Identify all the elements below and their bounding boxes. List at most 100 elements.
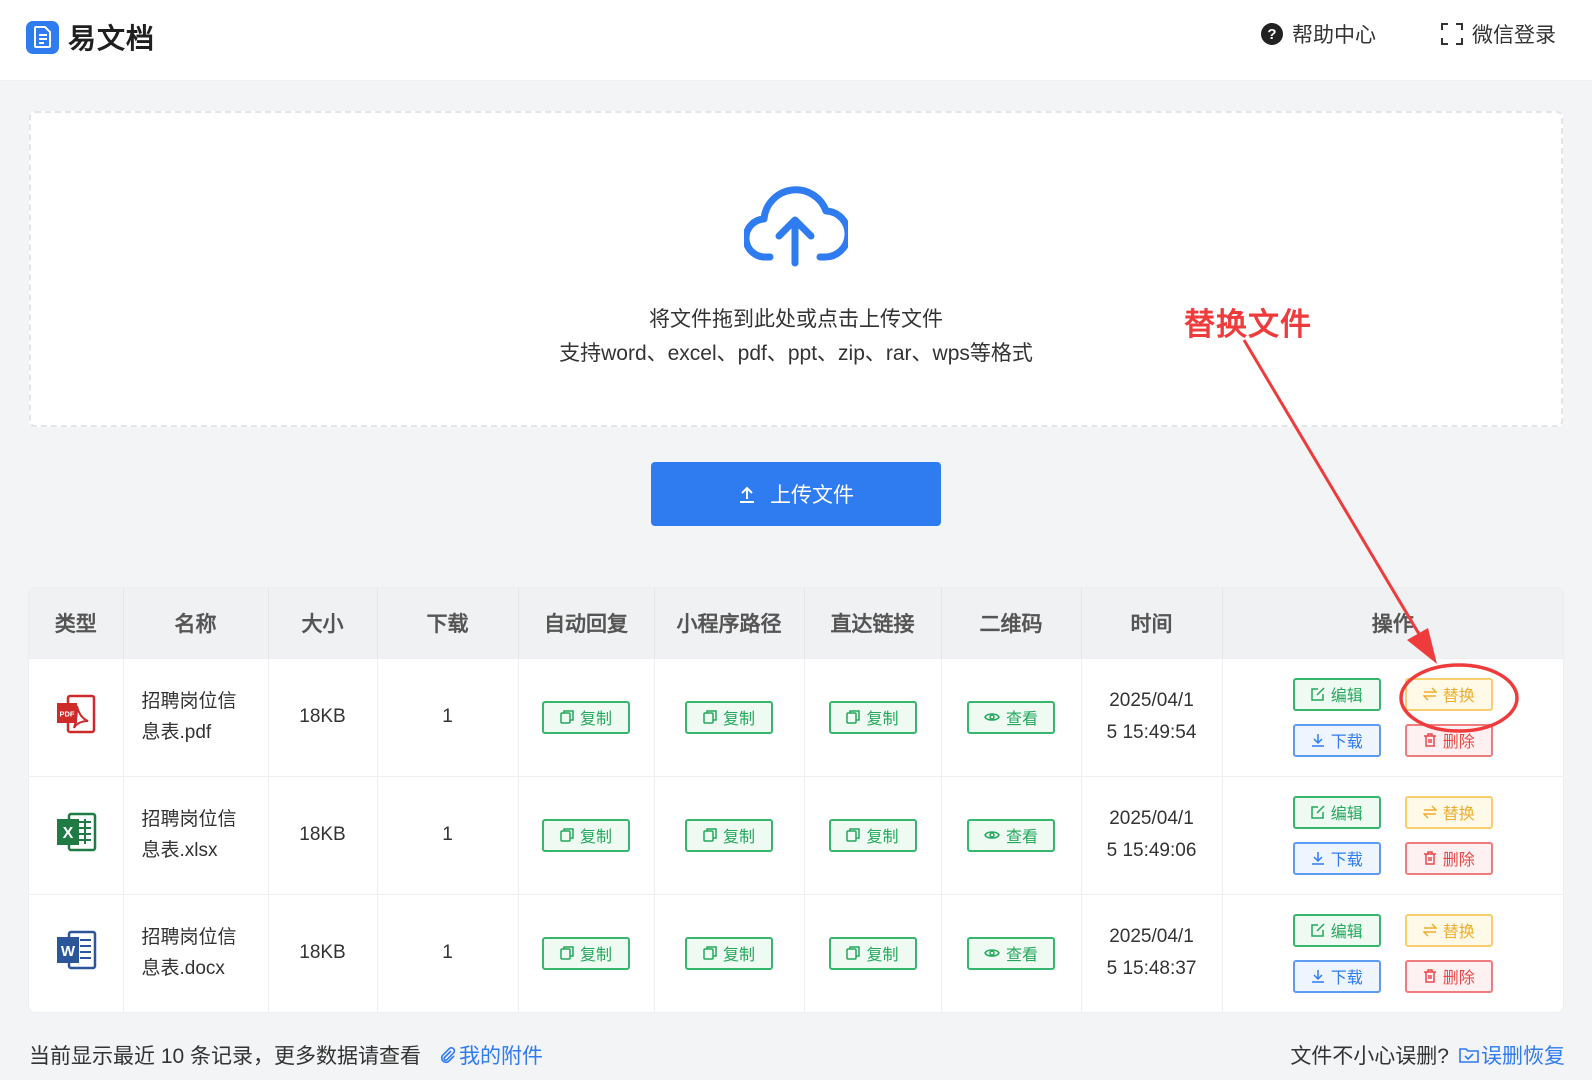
view-qrcode-button[interactable]: 查看 xyxy=(967,936,1055,970)
file-size: 18KB xyxy=(268,775,378,894)
download-button[interactable]: 下载 xyxy=(1292,841,1381,875)
copy-miniprogram-path-button[interactable]: 复制 xyxy=(685,936,773,970)
table-header-row: 类型 名称 大小 下载 自动回复 小程序路径 直达链接 二维码 时间 操作 xyxy=(29,588,1563,658)
edit-button[interactable]: 编辑 xyxy=(1292,913,1381,947)
copy-icon xyxy=(560,946,574,960)
download-count: 1 xyxy=(377,893,519,1012)
download-button[interactable]: 下载 xyxy=(1292,723,1381,757)
swap-icon xyxy=(1422,805,1437,819)
copy-direct-link-button[interactable]: 复制 xyxy=(828,700,917,734)
download-count: 1 xyxy=(377,775,519,894)
folder-check-icon xyxy=(1459,1048,1479,1063)
top-header: 易文档 ? 帮助中心 微信登录 xyxy=(0,0,1592,81)
document-icon xyxy=(26,20,59,54)
question-circle-icon: ? xyxy=(1260,22,1284,46)
records-footer: 当前显示最近 10 条记录，更多数据请查看 我的附件 xyxy=(29,1040,543,1070)
column-header-qrcode: 二维码 xyxy=(941,588,1082,658)
trash-icon xyxy=(1423,733,1436,747)
download-icon xyxy=(1311,734,1324,747)
edit-button[interactable]: 编辑 xyxy=(1292,677,1381,711)
my-attachments-link[interactable]: 我的附件 xyxy=(439,1040,543,1070)
delete-button[interactable]: 删除 xyxy=(1404,841,1493,875)
recovery-footer: 文件不小心误删? 误删恢复 xyxy=(1290,1040,1565,1070)
excel-file-icon: X xyxy=(55,811,97,859)
copy-auto-reply-button[interactable]: 复制 xyxy=(542,818,630,852)
table-row: PDF 招聘岗位信 息表.pdf 18KB 1 复制 复制 复制 查看 2025… xyxy=(29,657,1563,776)
file-name-line2: 息表.xlsx xyxy=(141,840,218,861)
table-row: X 招聘岗位信 息表.xlsx 18KB 1 复制 复制 复制 查看 2025/… xyxy=(29,775,1563,894)
copy-icon xyxy=(846,828,861,842)
delete-button[interactable]: 删除 xyxy=(1404,723,1493,757)
copy-icon xyxy=(703,828,717,842)
copy-icon xyxy=(703,946,717,960)
cloud-upload-icon xyxy=(742,181,852,272)
upload-formats-hint: 支持word、excel、pdf、ppt、zip、rar、wps等格式 xyxy=(559,342,1033,365)
copy-icon xyxy=(560,828,574,842)
file-size: 18KB xyxy=(268,893,378,1012)
copy-icon xyxy=(703,710,717,724)
file-name-line1: 招聘岗位信 xyxy=(141,691,237,712)
column-header-auto-reply: 自动回复 xyxy=(518,588,655,658)
swap-icon xyxy=(1422,687,1437,701)
copy-auto-reply-button[interactable]: 复制 xyxy=(542,936,630,970)
view-qrcode-button[interactable]: 查看 xyxy=(967,818,1055,852)
upload-time-line1: 2025/04/1 xyxy=(1109,808,1194,829)
upload-time-line1: 2025/04/1 xyxy=(1109,690,1194,711)
edit-button[interactable]: 编辑 xyxy=(1292,795,1381,829)
pdf-file-icon: PDF xyxy=(55,693,97,741)
download-icon xyxy=(1311,852,1324,865)
help-center-label: 帮助中心 xyxy=(1292,24,1376,47)
recover-deleted-link[interactable]: 误删恢复 xyxy=(1459,1040,1565,1070)
copy-icon xyxy=(846,710,861,724)
replace-button[interactable]: 替换 xyxy=(1404,677,1493,711)
view-qrcode-button[interactable]: 查看 xyxy=(967,700,1055,734)
upload-time-line2: 5 15:49:54 xyxy=(1106,722,1197,743)
copy-direct-link-button[interactable]: 复制 xyxy=(828,936,917,970)
upload-hint: 将文件拖到此处或点击上传文件 xyxy=(649,308,943,331)
column-header-time: 时间 xyxy=(1081,588,1223,658)
file-size: 18KB xyxy=(268,657,378,776)
upload-arrow-icon xyxy=(740,486,754,503)
copy-miniprogram-path-button[interactable]: 复制 xyxy=(685,700,773,734)
paperclip-icon xyxy=(440,1047,456,1064)
column-header-type: 类型 xyxy=(29,588,124,658)
records-hint: 当前显示最近 10 条记录，更多数据请查看 xyxy=(29,1045,422,1068)
copy-auto-reply-button[interactable]: 复制 xyxy=(542,700,630,734)
column-header-direct-link: 直达链接 xyxy=(804,588,942,658)
annotation-label: 替换文件 xyxy=(1184,307,1312,342)
replace-button[interactable]: 替换 xyxy=(1404,913,1493,947)
table-row: W 招聘岗位信 息表.docx 18KB 1 复制 复制 复制 查看 2025/… xyxy=(29,893,1563,1012)
recovery-hint: 文件不小心误删? xyxy=(1290,1045,1449,1068)
column-header-size: 大小 xyxy=(268,588,378,658)
eye-icon xyxy=(984,713,1000,721)
eye-icon xyxy=(984,949,1000,957)
svg-text:W: W xyxy=(61,943,76,960)
upload-file-label: 上传文件 xyxy=(770,484,854,507)
edit-icon xyxy=(1310,687,1325,701)
help-center-link[interactable]: ? 帮助中心 xyxy=(1260,19,1376,49)
upload-time-line2: 5 15:49:06 xyxy=(1106,840,1197,861)
file-name-line1: 招聘岗位信 xyxy=(141,809,237,830)
app-name: 易文档 xyxy=(68,23,156,54)
edit-icon xyxy=(1310,923,1325,937)
column-header-actions: 操作 xyxy=(1371,612,1414,636)
upload-time-line1: 2025/04/1 xyxy=(1109,926,1194,948)
copy-direct-link-button[interactable]: 复制 xyxy=(828,818,917,852)
file-name-line1: 招聘岗位信 xyxy=(141,927,237,949)
trash-icon xyxy=(1423,851,1436,865)
app-logo[interactable]: 易文档 xyxy=(26,17,155,57)
upload-file-button[interactable]: 上传文件 xyxy=(651,462,941,526)
wechat-login-link[interactable]: 微信登录 xyxy=(1440,19,1556,49)
download-button[interactable]: 下载 xyxy=(1292,959,1381,993)
file-name-line2: 息表.docx xyxy=(141,958,225,980)
column-header-name: 名称 xyxy=(123,588,269,658)
file-table: 类型 名称 大小 下载 自动回复 小程序路径 直达链接 二维码 时间 操作 PD… xyxy=(29,588,1563,1012)
download-icon xyxy=(1311,970,1324,983)
replace-button[interactable]: 替换 xyxy=(1404,795,1493,829)
copy-icon xyxy=(846,946,861,960)
wechat-login-label: 微信登录 xyxy=(1472,24,1556,47)
svg-text:PDF: PDF xyxy=(59,710,74,719)
delete-button[interactable]: 删除 xyxy=(1404,959,1493,993)
copy-miniprogram-path-button[interactable]: 复制 xyxy=(685,818,773,852)
trash-icon xyxy=(1423,969,1436,983)
